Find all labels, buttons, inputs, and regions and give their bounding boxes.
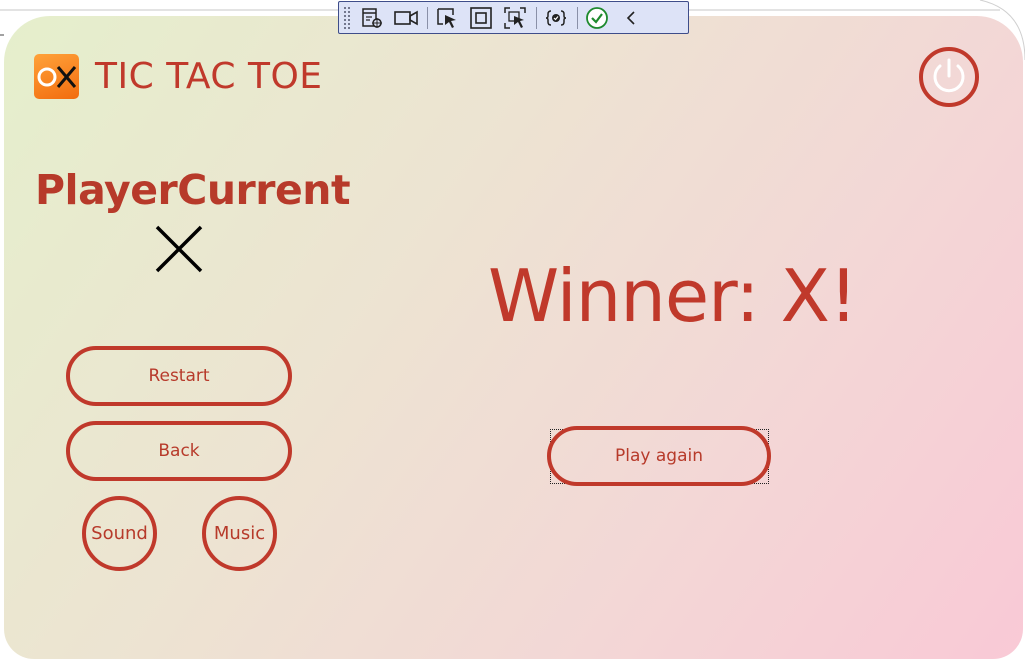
winner-text: Winner: X! xyxy=(488,254,858,338)
power-button[interactable] xyxy=(919,47,979,107)
back-button[interactable]: Back xyxy=(66,421,292,481)
dev-toolbar xyxy=(338,1,689,34)
toolbar-grip[interactable] xyxy=(343,5,351,30)
ox-logo-icon xyxy=(34,54,79,99)
player-x-mark-icon xyxy=(154,224,204,274)
select-element-icon[interactable] xyxy=(434,5,460,31)
display-layout-adorners-icon[interactable] xyxy=(468,5,494,31)
hot-reload-ok-icon[interactable] xyxy=(584,5,610,31)
restart-button[interactable]: Restart xyxy=(66,346,292,406)
collapse-icon[interactable] xyxy=(618,5,644,31)
play-again-button[interactable]: Play again xyxy=(547,426,771,486)
app-title: TIC TAC TOE xyxy=(95,56,323,97)
record-icon[interactable] xyxy=(393,5,419,31)
binding-failures-icon[interactable] xyxy=(543,5,569,31)
current-player-label: PlayerCurrent xyxy=(35,166,351,214)
power-icon xyxy=(933,58,965,93)
sound-button[interactable]: Sound xyxy=(82,496,157,571)
toolbar-separator xyxy=(427,6,428,29)
track-focused-element-icon[interactable] xyxy=(502,5,528,31)
toolbar-separator xyxy=(536,6,537,29)
toolbar-separator xyxy=(577,6,578,29)
live-visual-tree-icon[interactable] xyxy=(359,5,385,31)
music-button[interactable]: Music xyxy=(202,496,277,571)
